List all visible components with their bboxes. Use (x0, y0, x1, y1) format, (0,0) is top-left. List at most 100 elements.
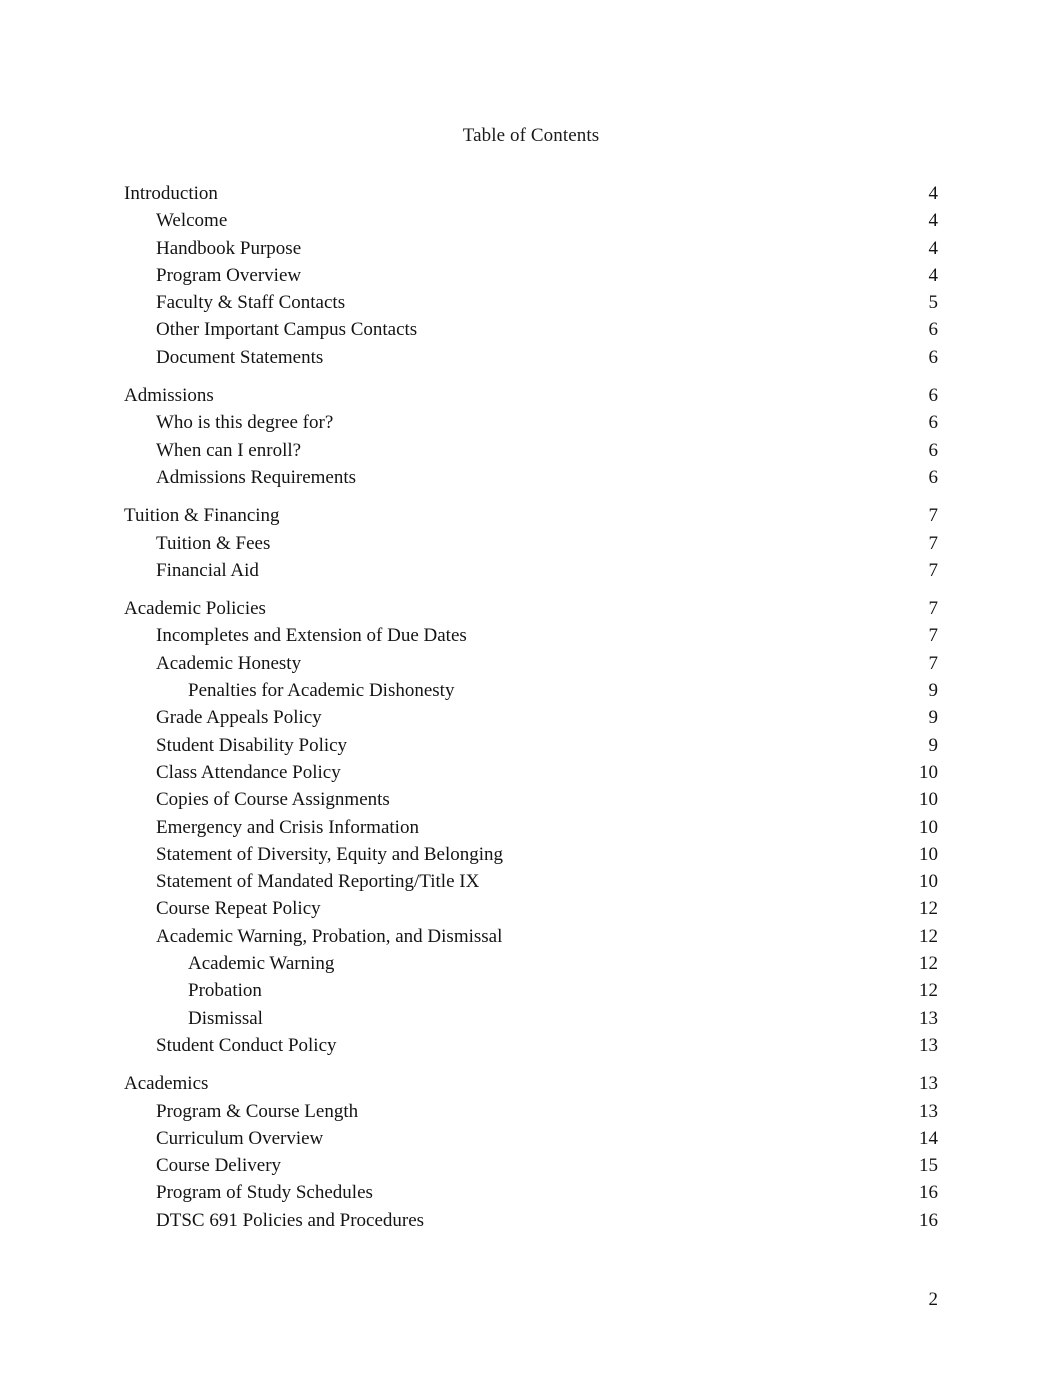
toc-entry[interactable]: Who is this degree for? 6 (0, 409, 1062, 436)
toc-entry-label: Program of Study Schedules (156, 1182, 373, 1204)
toc-entry-label: Statement of Mandated Reporting/Title IX (156, 871, 480, 893)
toc-entry[interactable]: Other Important Campus Contacts 6 (0, 316, 1062, 343)
toc-entry-label: Tuition & Fees (156, 532, 271, 554)
toc-entry[interactable]: Course Repeat Policy 12 (0, 895, 1062, 922)
toc-entry[interactable]: Probation 12 (0, 977, 1062, 1004)
toc-entry-label: Welcome (156, 210, 228, 232)
toc-entry[interactable]: Dismissal 13 (0, 1005, 1062, 1032)
page-title: Table of Contents (462, 125, 600, 146)
toc-entry[interactable]: Student Conduct Policy 13 (0, 1032, 1062, 1059)
toc-entry-page-number: 13 (919, 1073, 938, 1095)
toc-entry[interactable]: Incompletes and Extension of Due Dates 7 (0, 622, 1062, 649)
toc-entry-label: Who is this degree for? (156, 412, 334, 434)
toc-entry-page-number: 4 (928, 210, 939, 232)
toc-entry-page-number: 10 (919, 816, 938, 838)
toc-entry[interactable]: Handbook Purpose 4 (0, 235, 1062, 262)
toc-entry-page-number: 15 (919, 1155, 938, 1177)
toc-entry[interactable]: Introduction 4 (0, 180, 1062, 207)
toc-entry[interactable]: Academic Honesty 7 (0, 650, 1062, 677)
toc-entry-page-number: 6 (928, 385, 939, 407)
toc-entry[interactable]: Curriculum Overview 14 (0, 1125, 1062, 1152)
toc-entry-page-number: 13 (919, 1034, 938, 1056)
toc-entry-label: Curriculum Overview (156, 1127, 324, 1149)
document-page: Table of Contents Introduction 4 Welcome 4 H… (0, 0, 1062, 1376)
toc-entry[interactable]: Class Attendance Policy 10 (0, 759, 1062, 786)
toc-entry-label: Handbook Purpose (156, 237, 302, 259)
toc-entry[interactable]: Academic Warning 12 (0, 950, 1062, 977)
toc-entry-page-number: 6 (928, 319, 939, 341)
toc-entry-page-number: 10 (919, 843, 938, 865)
toc-entry-label: Academic Warning, Probation, and Dismiss… (156, 925, 503, 947)
toc-entry-label: Academic Warning (188, 953, 335, 975)
toc-entry-page-number: 7 (928, 559, 939, 581)
toc-entry-page-number: 6 (928, 346, 939, 368)
toc-entry[interactable]: Academic Warning, Probation, and Dismiss… (0, 923, 1062, 950)
toc-entry-page-number: 9 (928, 734, 939, 756)
toc-entry-label: Introduction (124, 183, 218, 204)
toc-entry-label: Statement of Diversity, Equity and Belon… (156, 843, 504, 865)
toc-entry-label: Financial Aid (156, 559, 259, 581)
toc-entry-label: Other Important Campus Contacts (156, 319, 418, 341)
toc-entry[interactable]: Tuition & Financing 7 (0, 502, 1062, 529)
toc-entry-page-number: 9 (928, 707, 939, 729)
toc-entry-label: Emergency and Crisis Information (156, 816, 419, 838)
toc-entry-page-number: 12 (919, 953, 938, 975)
toc-entry-page-number: 7 (928, 532, 939, 554)
toc-entry[interactable]: Tuition & Fees 7 (0, 530, 1062, 557)
toc-entry-label: Course Repeat Policy (156, 898, 321, 920)
toc-entry-page-number: 4 (928, 237, 939, 259)
toc-entry[interactable]: Admissions Requirements 6 (0, 464, 1062, 491)
toc-entry-page-number: 7 (928, 625, 939, 647)
toc-entry-page-number: 10 (919, 761, 938, 783)
toc-entry[interactable]: Program of Study Schedules 16 (0, 1179, 1062, 1206)
toc-entry-label: Document Statements (156, 346, 324, 368)
toc-entry-page-number: 13 (919, 1007, 938, 1029)
toc-entry-label: Academic Policies (124, 598, 266, 620)
toc-entry-page-number: 6 (928, 439, 939, 461)
toc-entry-page-number: 12 (919, 980, 938, 1002)
toc-entry[interactable]: Statement of Diversity, Equity and Belon… (0, 841, 1062, 868)
toc-entry-label: Academics (124, 1073, 209, 1095)
toc-entry-page-number: 13 (919, 1100, 938, 1122)
toc-entry-label: Program Overview (156, 264, 302, 286)
toc-entry[interactable]: DTSC 691 Policies and Procedures 16 (0, 1207, 1062, 1234)
page-number-footer: 2 (928, 1289, 939, 1310)
toc-entry[interactable]: Course Delivery 15 (0, 1152, 1062, 1179)
toc-entry-label: Copies of Course Assignments (156, 789, 390, 811)
toc-entry[interactable]: Academic Policies 7 (0, 595, 1062, 622)
toc-entry-page-number: 12 (919, 925, 938, 947)
toc-entry-page-number: 12 (919, 898, 938, 920)
toc-entry[interactable]: Academics 13 (0, 1070, 1062, 1097)
toc-entry-page-number: 9 (928, 680, 939, 702)
toc-entry-page-number: 5 (928, 292, 939, 314)
toc-entry[interactable]: Admissions 6 (0, 382, 1062, 409)
toc-entry[interactable]: Program & Course Length 13 (0, 1098, 1062, 1125)
toc-entry[interactable]: Penalties for Academic Dishonesty 9 (0, 677, 1062, 704)
toc-entry-page-number: 6 (928, 466, 939, 488)
toc-entry-page-number: 16 (919, 1182, 938, 1204)
toc-entry[interactable]: When can I enroll? 6 (0, 437, 1062, 464)
toc-entry-page-number: 14 (919, 1127, 938, 1149)
toc-entry[interactable]: Grade Appeals Policy 9 (0, 704, 1062, 731)
toc-entry[interactable]: Document Statements 6 (0, 344, 1062, 371)
toc-entry[interactable]: Statement of Mandated Reporting/Title IX… (0, 868, 1062, 895)
toc-entry[interactable]: Student Disability Policy 9 (0, 732, 1062, 759)
toc-entry-page-number: 10 (919, 789, 938, 811)
toc-entry-label: Admissions Requirements (156, 466, 357, 488)
toc-entry-label: Student Disability Policy (156, 734, 348, 756)
toc-entry-label: Probation (188, 980, 262, 1002)
toc-entry-page-number: 7 (928, 598, 939, 620)
toc-entry[interactable]: Faculty & Staff Contacts 5 (0, 289, 1062, 316)
toc-entry-label: Dismissal (188, 1007, 263, 1029)
toc-entry[interactable]: Program Overview 4 (0, 262, 1062, 289)
toc-entry[interactable]: Emergency and Crisis Information 10 (0, 814, 1062, 841)
toc-entry-label: Academic Honesty (156, 652, 302, 674)
toc-entry[interactable]: Financial Aid 7 (0, 557, 1062, 584)
toc-entry-page-number: 16 (919, 1209, 938, 1231)
toc-entry-label: Tuition & Financing (124, 505, 280, 527)
toc-entry[interactable]: Welcome 4 (0, 207, 1062, 234)
toc-entry-label: Student Conduct Policy (156, 1034, 337, 1056)
toc-entry-page-number: 7 (928, 652, 939, 674)
toc-entry[interactable]: Copies of Course Assignments 10 (0, 786, 1062, 813)
toc-entry-label: Incompletes and Extension of Due Dates (156, 625, 467, 647)
